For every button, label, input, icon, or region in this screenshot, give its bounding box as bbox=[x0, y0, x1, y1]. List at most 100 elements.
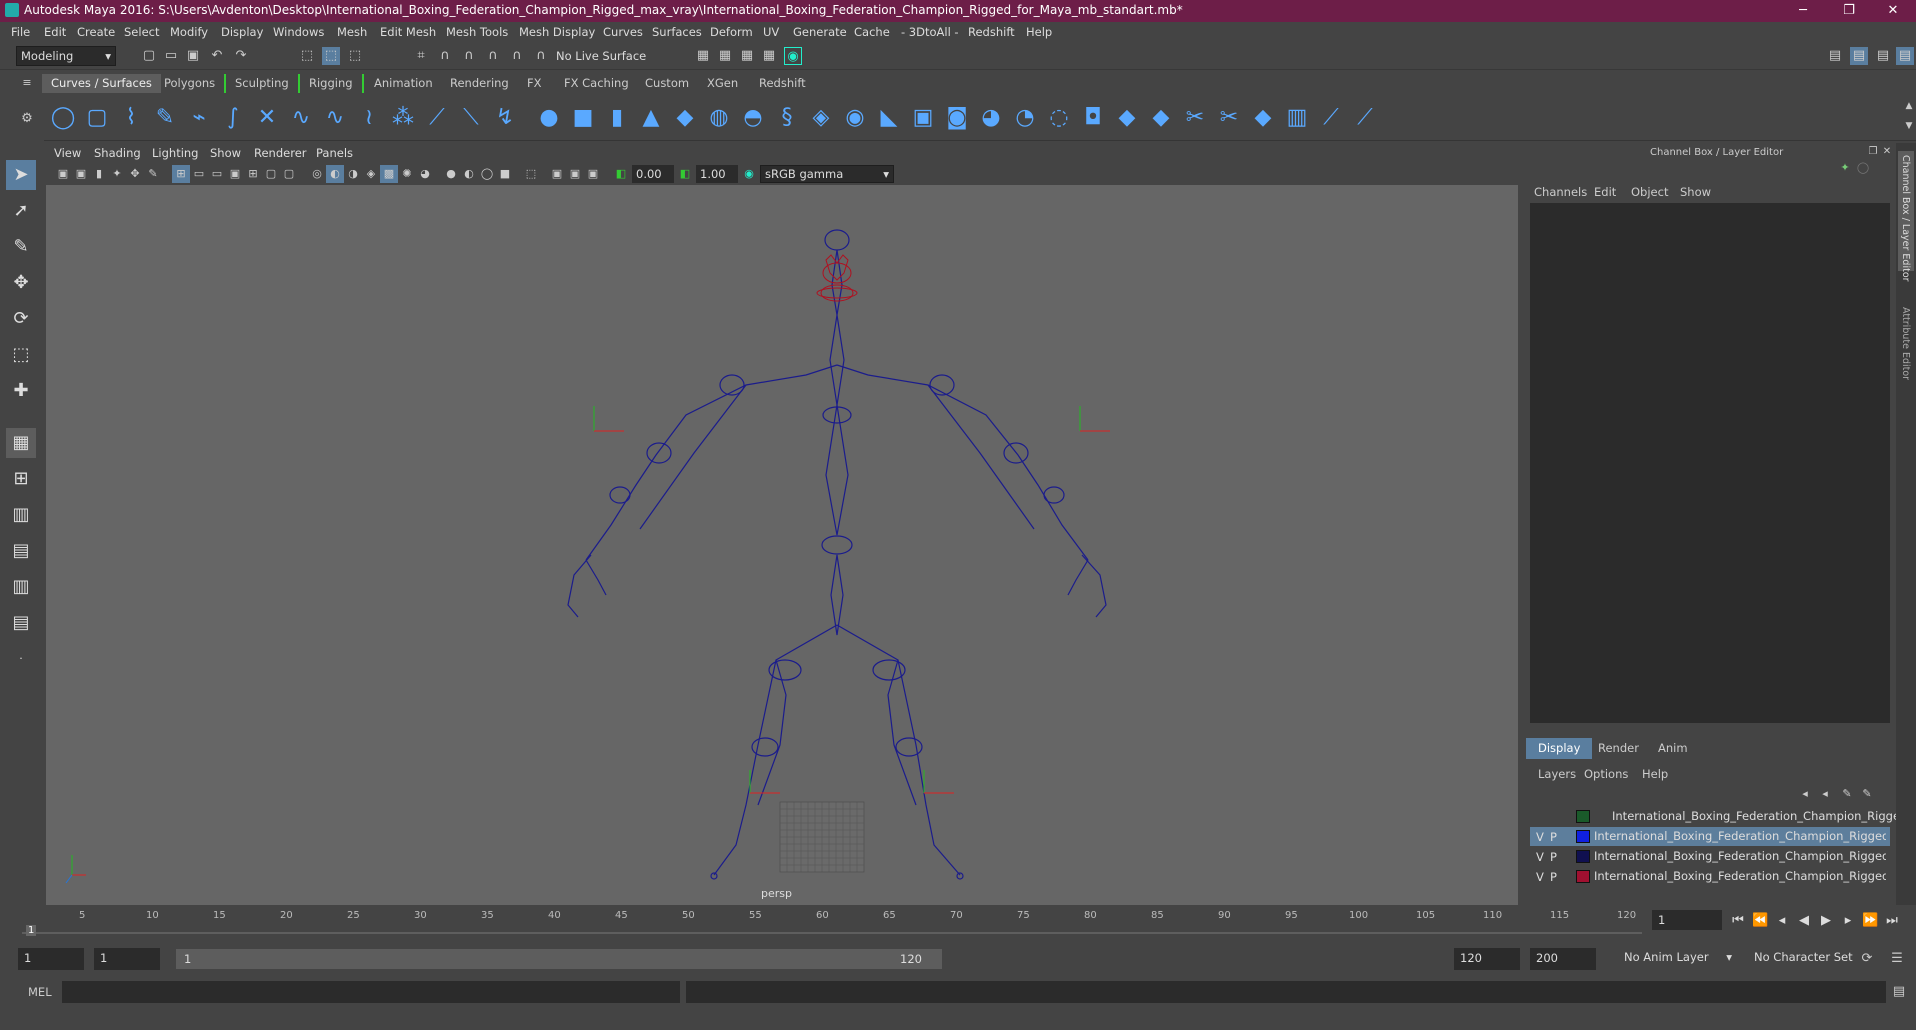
tab-xgen[interactable]: XGen bbox=[698, 74, 747, 93]
shelf-settings-icon[interactable]: ⚙ bbox=[18, 110, 36, 128]
layer-visibility[interactable]: V bbox=[1536, 850, 1548, 864]
maximize-button[interactable]: ❐ bbox=[1826, 0, 1872, 22]
align-surface-icon[interactable]: ◆ bbox=[1248, 103, 1278, 133]
go-to-end-icon[interactable]: ⏭ bbox=[1884, 913, 1900, 929]
layers-menu[interactable]: Layers bbox=[1538, 767, 1576, 781]
snap-curve-icon[interactable]: ∩ bbox=[436, 47, 454, 65]
menu-uv[interactable]: UV bbox=[763, 25, 779, 39]
gamma-icon[interactable]: ◧ bbox=[676, 165, 694, 183]
menu-create[interactable]: Create bbox=[77, 25, 115, 39]
grid-toggle-icon[interactable]: ⊞ bbox=[172, 165, 190, 183]
tab-rigging[interactable]: Rigging bbox=[298, 74, 364, 93]
scale-tool-icon[interactable]: ⬚ bbox=[6, 340, 36, 370]
revolve-icon[interactable]: ◓ bbox=[738, 103, 768, 133]
grease-pencil-icon[interactable]: ✎ bbox=[144, 165, 162, 183]
layer-playback[interactable]: P bbox=[1550, 850, 1562, 864]
wireframe-on-shaded-icon[interactable]: ◑ bbox=[344, 165, 362, 183]
manipulator-icon[interactable]: ✚ bbox=[6, 376, 36, 406]
untrim-icon[interactable]: ◆ bbox=[1146, 103, 1176, 133]
bezier-curve-icon[interactable]: ∫ bbox=[218, 103, 248, 133]
xray-icon[interactable]: ▣ bbox=[548, 165, 566, 183]
select-hierarchy-icon[interactable]: ⬚ bbox=[298, 47, 316, 65]
intersect-surface-icon[interactable]: ◘ bbox=[1078, 103, 1108, 133]
menu-mesh-tools[interactable]: Mesh Tools bbox=[446, 25, 508, 39]
ipr-render-icon[interactable]: ▦ bbox=[738, 47, 756, 65]
gate-mask-icon[interactable]: ▣ bbox=[226, 165, 244, 183]
sculpt-geometry-icon[interactable]: ⟋ bbox=[1316, 103, 1346, 133]
undo-icon[interactable]: ↶ bbox=[208, 47, 226, 65]
hypershade-icon[interactable]: ◉ bbox=[784, 47, 802, 65]
layer-row[interactable]: International_Boxing_Federation_Champion… bbox=[1530, 807, 1904, 826]
command-language-label[interactable]: MEL bbox=[28, 985, 52, 999]
smooth-shade-icon[interactable]: ◐ bbox=[326, 165, 344, 183]
layer-color-swatch[interactable] bbox=[1576, 850, 1590, 863]
birail-icon[interactable]: ◣ bbox=[874, 103, 904, 133]
shelf-menu-icon[interactable]: ≡ bbox=[18, 74, 36, 92]
tab-redshift[interactable]: Redshift bbox=[750, 74, 815, 93]
menu-edit[interactable]: Edit bbox=[44, 25, 66, 39]
nurbs-torus-icon[interactable]: ◍ bbox=[704, 103, 734, 133]
move-tool-icon[interactable]: ✥ bbox=[6, 268, 36, 298]
nurbs-cylinder-icon[interactable]: ▮ bbox=[602, 103, 632, 133]
curve-intersect-icon[interactable]: ✕ bbox=[252, 103, 282, 133]
exposure-icon[interactable]: ◧ bbox=[612, 165, 630, 183]
detach-surface-icon[interactable]: ✂ bbox=[1214, 103, 1244, 133]
viewport-menu-view[interactable]: View bbox=[54, 146, 81, 160]
play-forward-icon[interactable]: ▶ bbox=[1818, 913, 1834, 929]
depth-of-field-icon[interactable]: ■ bbox=[496, 165, 514, 183]
more-layouts-icon[interactable]: · bbox=[6, 644, 36, 674]
redo-icon[interactable]: ↷ bbox=[232, 47, 250, 65]
anim-layer-dropdown[interactable]: No Anim Layer ▾ bbox=[1620, 948, 1736, 970]
single-perspective-layout-icon[interactable]: ▦ bbox=[6, 428, 36, 458]
menu-edit-mesh[interactable]: Edit Mesh bbox=[380, 25, 436, 39]
boundary-icon[interactable]: ▣ bbox=[908, 103, 938, 133]
viewport-menu-lighting[interactable]: Lighting bbox=[152, 146, 198, 160]
trim-tool-icon[interactable]: ◆ bbox=[1112, 103, 1142, 133]
layer-color-swatch[interactable] bbox=[1576, 870, 1590, 883]
layer-playback[interactable]: P bbox=[1550, 830, 1562, 844]
close-button[interactable]: ✕ bbox=[1870, 0, 1916, 22]
cb-object-menu[interactable]: Object bbox=[1631, 185, 1668, 199]
attach-surface-icon[interactable]: ✂ bbox=[1180, 103, 1210, 133]
color-space-dropdown[interactable]: sRGB gamma ▾ bbox=[760, 165, 894, 183]
snap-grid-icon[interactable]: ⌗ bbox=[412, 47, 430, 65]
default-material-icon[interactable]: ◈ bbox=[362, 165, 380, 183]
cb-edit-menu[interactable]: Edit bbox=[1594, 185, 1616, 199]
playhead-marker[interactable]: 1 bbox=[26, 925, 37, 936]
auto-key-icon[interactable]: ⟳ bbox=[1858, 950, 1876, 968]
tab-display[interactable]: Display bbox=[1526, 738, 1593, 759]
wireframe-icon[interactable]: ◎ bbox=[308, 165, 326, 183]
tab-attribute-editor-vertical[interactable]: Attribute Editor bbox=[1898, 303, 1914, 393]
field-chart-icon[interactable]: ⊞ bbox=[244, 165, 262, 183]
cb-show-menu[interactable]: Show bbox=[1680, 185, 1711, 199]
select-object-icon[interactable]: ⬚ bbox=[322, 47, 340, 65]
extrude-icon[interactable]: ◉ bbox=[840, 103, 870, 133]
layer-row[interactable]: V P International_Boxing_Federation_Cham… bbox=[1530, 827, 1890, 846]
xray-joints-icon[interactable]: ▣ bbox=[566, 165, 584, 183]
surface-fillet-icon[interactable]: ◔ bbox=[1010, 103, 1040, 133]
render-settings-icon[interactable]: ▦ bbox=[694, 47, 712, 65]
two-panel-layout-icon[interactable]: ▥ bbox=[6, 500, 36, 530]
menu-3dtoall[interactable]: - 3DtoAll - bbox=[901, 25, 959, 39]
go-to-start-icon[interactable]: ⏮ bbox=[1730, 913, 1746, 929]
layer-row[interactable]: V P International_Boxing_Federation_Cham… bbox=[1530, 847, 1890, 866]
tab-fx[interactable]: FX bbox=[518, 74, 551, 93]
four-view-layout-icon[interactable]: ⊞ bbox=[6, 464, 36, 494]
nurbs-cone-icon[interactable]: ▲ bbox=[636, 103, 666, 133]
nurbs-plane-icon[interactable]: ◆ bbox=[670, 103, 700, 133]
new-scene-icon[interactable]: ▢ bbox=[140, 47, 158, 65]
layer-playback[interactable]: P bbox=[1550, 870, 1562, 884]
playback-end-field[interactable]: 120 bbox=[1454, 948, 1520, 970]
cv-curve-icon[interactable]: ⌇ bbox=[116, 103, 146, 133]
minimize-button[interactable]: ─ bbox=[1780, 0, 1826, 22]
render-view-icon[interactable]: ▦ bbox=[760, 47, 778, 65]
menu-mesh[interactable]: Mesh bbox=[337, 25, 367, 39]
lasso-tool-icon[interactable]: ➚ bbox=[6, 196, 36, 226]
snap-view-icon[interactable]: ∩ bbox=[484, 47, 502, 65]
persp-graph-layout-icon[interactable]: ▥ bbox=[6, 572, 36, 602]
curve-trim-icon[interactable]: ⟍ bbox=[456, 103, 486, 133]
shadows-icon[interactable]: ◕ bbox=[416, 165, 434, 183]
move-layer-down-icon[interactable]: ◂ bbox=[1816, 785, 1834, 803]
layer-visibility[interactable]: V bbox=[1536, 830, 1548, 844]
viewport-menu-panels[interactable]: Panels bbox=[316, 146, 353, 160]
